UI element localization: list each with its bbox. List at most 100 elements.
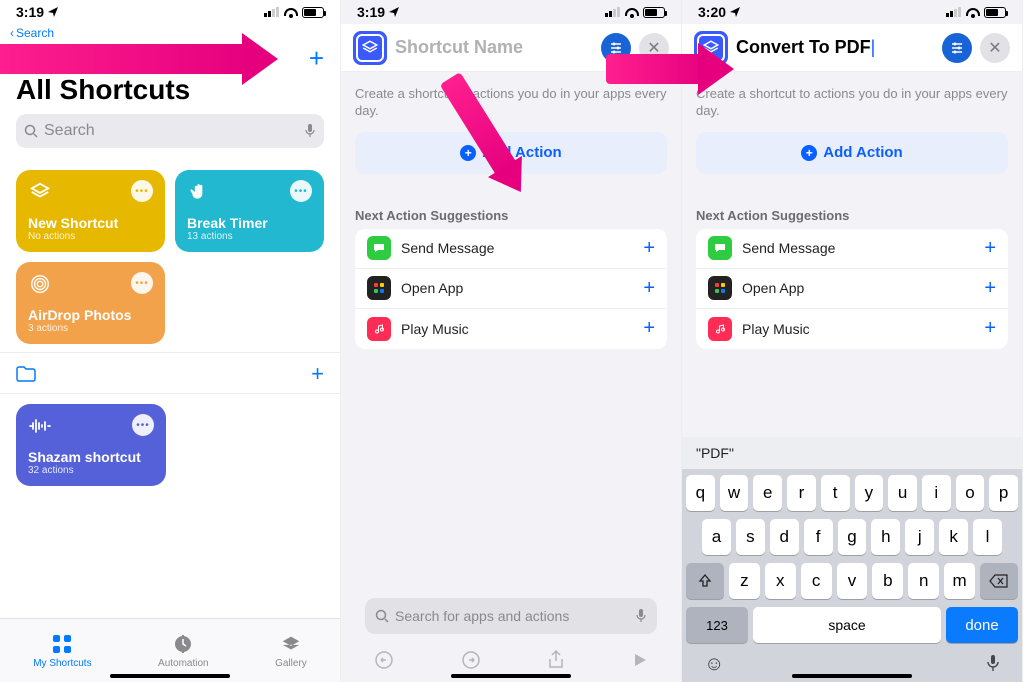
run-button[interactable]	[632, 652, 648, 668]
key-a[interactable]: a	[702, 519, 731, 555]
shortcut-tile[interactable]: ••• Shazam shortcut 32 actions	[16, 404, 166, 486]
key-u[interactable]: u	[888, 475, 917, 511]
key-h[interactable]: h	[871, 519, 900, 555]
more-icon[interactable]: •••	[132, 414, 154, 436]
add-suggestion-button[interactable]: +	[984, 317, 996, 340]
back-search-link[interactable]: ‹ Search	[0, 24, 340, 42]
layers-icon	[28, 180, 52, 204]
shortcut-name-input[interactable]: Shortcut Name	[395, 37, 593, 58]
key-backspace[interactable]	[980, 563, 1018, 599]
home-indicator[interactable]	[451, 674, 571, 678]
more-icon[interactable]: •••	[131, 272, 153, 294]
suggestion-open-app[interactable]: Open App +	[355, 269, 667, 309]
key-i[interactable]: i	[922, 475, 951, 511]
add-suggestion-button[interactable]: +	[643, 277, 655, 300]
more-icon[interactable]: •••	[131, 180, 153, 202]
shortcut-tile[interactable]: ••• AirDrop Photos 3 actions	[16, 262, 165, 344]
location-icon	[389, 7, 399, 17]
key-b[interactable]: b	[872, 563, 903, 599]
action-search-input[interactable]: Search for apps and actions	[365, 598, 657, 634]
shortcut-app-icon[interactable]	[353, 31, 387, 65]
add-action-button[interactable]: + Add Action	[696, 132, 1008, 174]
home-indicator[interactable]	[110, 674, 230, 678]
tab-gallery[interactable]: Gallery	[275, 632, 307, 669]
tab-automation[interactable]: Automation	[158, 632, 209, 669]
key-r[interactable]: r	[787, 475, 816, 511]
key-j[interactable]: j	[905, 519, 934, 555]
waveform-icon	[28, 414, 52, 438]
close-button[interactable]: ✕	[639, 33, 669, 63]
shortcut-tile[interactable]: ••• New Shortcut No actions	[16, 170, 165, 252]
suggestion-play-music[interactable]: Play Music +	[355, 309, 667, 349]
wifi-icon	[624, 6, 639, 18]
search-icon	[375, 609, 389, 623]
suggestion-send-message[interactable]: Send Message +	[355, 229, 667, 269]
dictation-button[interactable]	[986, 653, 1000, 676]
add-action-button[interactable]: + Add Action	[355, 132, 667, 174]
key-n[interactable]: n	[908, 563, 939, 599]
search-input[interactable]: Search	[16, 114, 324, 148]
tile-title: Break Timer	[187, 215, 312, 231]
folder-header[interactable]: +	[0, 352, 340, 394]
suggestion-label: Open App	[742, 280, 804, 296]
keyboard-row-3: z x c v b n m	[686, 563, 1018, 599]
keyboard-suggestion-bar[interactable]: "PDF"	[682, 437, 1022, 469]
key-w[interactable]: w	[720, 475, 749, 511]
key-l[interactable]: l	[973, 519, 1002, 555]
suggestion-label: Open App	[401, 280, 463, 296]
key-f[interactable]: f	[804, 519, 833, 555]
back-label: Search	[16, 26, 54, 40]
shortcut-app-icon[interactable]	[694, 31, 728, 65]
key-z[interactable]: z	[729, 563, 760, 599]
shortcut-name-input[interactable]: Convert To PDF|	[736, 37, 934, 58]
key-g[interactable]: g	[838, 519, 867, 555]
home-indicator[interactable]	[792, 674, 912, 678]
key-o[interactable]: o	[956, 475, 985, 511]
suggestion-send-message[interactable]: Send Message +	[696, 229, 1008, 269]
share-button[interactable]	[547, 650, 565, 670]
redo-button[interactable]	[461, 650, 481, 670]
key-t[interactable]: t	[821, 475, 850, 511]
add-suggestion-button[interactable]: +	[984, 277, 996, 300]
add-suggestion-button[interactable]: +	[643, 317, 655, 340]
key-123[interactable]: 123	[686, 607, 748, 643]
mic-icon[interactable]	[304, 123, 316, 139]
key-shift[interactable]	[686, 563, 724, 599]
key-space[interactable]: space	[753, 607, 941, 643]
key-c[interactable]: c	[801, 563, 832, 599]
keyboard-suggestion[interactable]: "PDF"	[696, 445, 734, 461]
close-button[interactable]: ✕	[980, 33, 1010, 63]
key-p[interactable]: p	[989, 475, 1018, 511]
add-shortcut-button[interactable]: +	[309, 45, 324, 71]
key-v[interactable]: v	[837, 563, 868, 599]
more-icon[interactable]: •••	[290, 180, 312, 202]
key-y[interactable]: y	[855, 475, 884, 511]
keyboard[interactable]: "PDF" q w e r t y u i o p a s d f g h	[682, 437, 1022, 682]
status-bar: 3:19	[0, 0, 340, 24]
key-x[interactable]: x	[765, 563, 796, 599]
apps-grid-icon	[708, 276, 732, 300]
signal-icon	[605, 7, 620, 17]
keyboard-row-1: q w e r t y u i o p	[686, 475, 1018, 511]
key-d[interactable]: d	[770, 519, 799, 555]
tab-my-shortcuts[interactable]: My Shortcuts	[33, 632, 91, 669]
add-to-folder-button[interactable]: +	[311, 361, 324, 387]
suggestion-open-app[interactable]: Open App +	[696, 269, 1008, 309]
key-e[interactable]: e	[753, 475, 782, 511]
add-suggestion-button[interactable]: +	[643, 237, 655, 260]
settings-button[interactable]	[942, 33, 972, 63]
plus-icon: +	[460, 145, 476, 161]
key-m[interactable]: m	[944, 563, 975, 599]
mic-icon[interactable]	[635, 608, 647, 624]
shortcut-tile[interactable]: ••• Break Timer 13 actions	[175, 170, 324, 252]
screen-new-shortcut: 3:19 Shortcut Name ✕ Create a shortcut t…	[341, 0, 682, 682]
suggestion-play-music[interactable]: Play Music +	[696, 309, 1008, 349]
undo-button[interactable]	[374, 650, 394, 670]
add-suggestion-button[interactable]: +	[984, 237, 996, 260]
emoji-button[interactable]: ☺	[704, 653, 724, 676]
key-done[interactable]: done	[946, 607, 1018, 643]
settings-button[interactable]	[601, 33, 631, 63]
key-q[interactable]: q	[686, 475, 715, 511]
key-k[interactable]: k	[939, 519, 968, 555]
key-s[interactable]: s	[736, 519, 765, 555]
